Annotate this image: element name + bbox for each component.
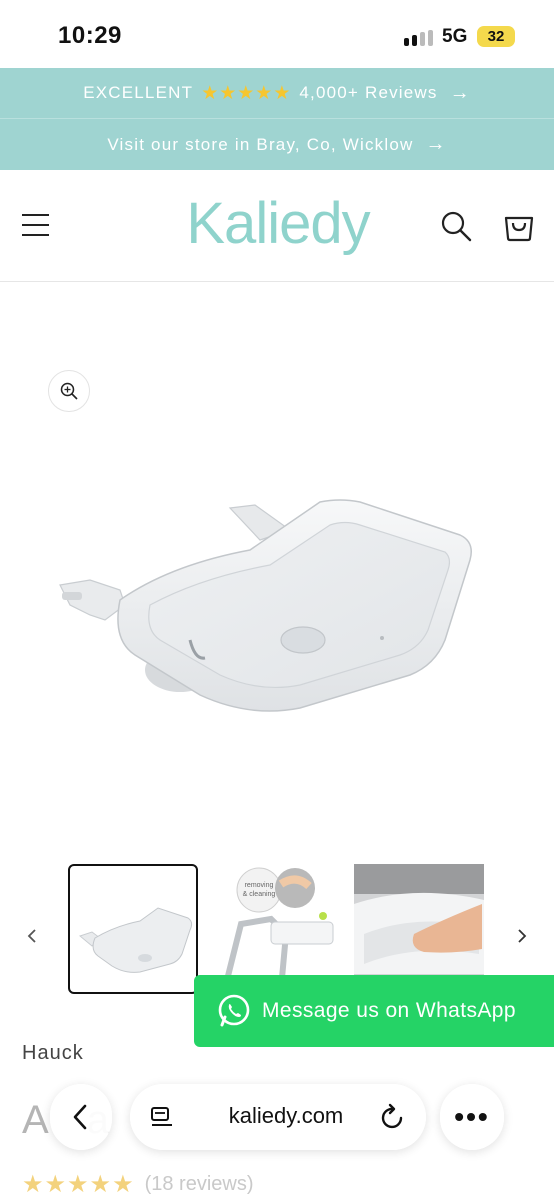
cellular-signal-icon (404, 30, 434, 46)
page: 10:29 5G 32 EXCELLENT ★★★★★ 4,000+ Revie… (0, 0, 554, 1200)
thumbnail-tray[interactable] (68, 864, 198, 994)
bag-icon[interactable] (502, 208, 536, 242)
tray-thumbnail-image (78, 907, 193, 973)
reload-icon[interactable] (380, 1103, 406, 1131)
reviews-announcement[interactable]: EXCELLENT ★★★★★ 4,000+ Reviews → (0, 68, 554, 118)
store-announcement-label: Visit our store in Bray, Co, Wicklow (107, 134, 414, 154)
back-arrow-icon (73, 1104, 87, 1130)
svg-text:& cleaning: & cleaning (243, 891, 276, 898)
status-time: 10:29 (58, 22, 122, 49)
product-brand: Hauck (22, 1042, 84, 1064)
zoom-button[interactable] (48, 370, 90, 412)
store-announcement[interactable]: Visit our store in Bray, Co, Wicklow → (0, 119, 554, 170)
hamburger-icon[interactable] (22, 212, 49, 238)
svg-text:removing: removing (245, 882, 274, 889)
site-header: Kaliedy (0, 170, 554, 282)
excellent-label: EXCELLENT (83, 83, 194, 102)
search-icon[interactable] (440, 210, 472, 242)
whatsapp-button[interactable]: Message us on WhatsApp (194, 975, 554, 1047)
reader-icon[interactable] (150, 1106, 174, 1128)
arrow-right-icon: → (425, 133, 447, 155)
status-bar: 10:29 5G 32 (0, 0, 554, 68)
browser-back-button[interactable] (50, 1084, 112, 1150)
product-title-start: A (22, 1098, 51, 1142)
whatsapp-label: Message us on WhatsApp (262, 999, 516, 1022)
whatsapp-icon (218, 994, 250, 1027)
arrow-right-icon: → (449, 81, 471, 104)
chevron-right-icon[interactable] (512, 922, 532, 950)
network-type: 5G (442, 26, 468, 47)
chevron-left-icon[interactable] (22, 922, 42, 950)
battery-indicator: 32 (477, 26, 515, 47)
reviews-count-label: 4,000+ Reviews (299, 83, 438, 102)
zoom-in-icon (60, 382, 78, 400)
product-rating[interactable]: ★★★★★ (18 reviews) (22, 1170, 254, 1199)
site-logo[interactable]: Kaliedy (163, 184, 393, 264)
url-text[interactable]: kaliedy.com (196, 1103, 376, 1129)
reviews-count: (18 reviews) (144, 1173, 254, 1195)
address-bar[interactable]: kaliedy.com (130, 1084, 426, 1150)
high-chair-tray-image[interactable] (50, 480, 490, 720)
more-options-button[interactable]: ••• (440, 1084, 504, 1150)
rating-stars-icon: ★★★★★ (22, 1171, 135, 1198)
rating-stars-icon: ★★★★★ (201, 82, 292, 104)
